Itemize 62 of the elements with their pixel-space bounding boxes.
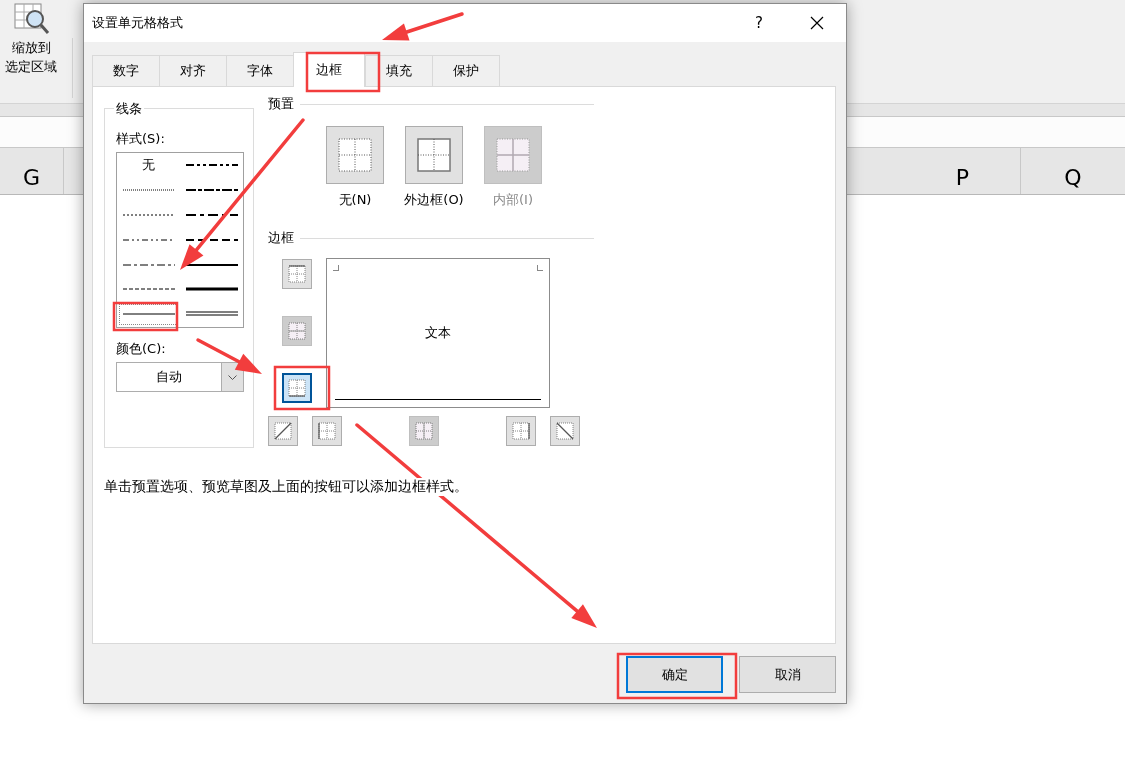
line-style-option[interactable]: 无 (117, 153, 180, 178)
border-grid-icon (554, 420, 576, 442)
line-sample-icon (185, 237, 238, 242)
chevron-down-icon (228, 374, 237, 380)
border-grid-icon (286, 320, 308, 342)
tab[interactable]: 对齐 (159, 55, 226, 86)
border-grid-icon (510, 420, 532, 442)
preset-label: 内部(I) (493, 191, 533, 209)
border-grid-icon (496, 138, 530, 172)
line-sample-icon (122, 287, 175, 292)
border-grid-icon (272, 420, 294, 442)
column-header[interactable]: Q (1021, 148, 1125, 194)
group-title: 线条 (114, 100, 144, 118)
highlight-frame (112, 301, 179, 332)
line-sample-icon (185, 262, 238, 267)
highlight-frame (273, 365, 331, 411)
section-title: 预置 (268, 95, 294, 113)
border-grid-icon (286, 263, 308, 285)
ribbon-button-label[interactable]: 缩放到 (11, 38, 51, 57)
border-grid-icon (316, 420, 338, 442)
line-sample-icon (185, 213, 238, 217)
border-grid-icon (286, 377, 308, 399)
line-sample-icon (185, 311, 238, 318)
help-button[interactable]: ? (730, 14, 788, 32)
border-button[interactable] (312, 416, 342, 446)
dialog-title: 设置单元格格式 (92, 14, 183, 32)
line-sample-icon (122, 237, 175, 242)
line-sample-icon (185, 163, 238, 168)
border-button[interactable] (506, 416, 536, 446)
annotation-arrow (196, 338, 262, 374)
line-sample-icon (122, 312, 175, 317)
preset-button[interactable] (326, 126, 384, 184)
column-header[interactable]: P (905, 148, 1021, 194)
close-icon[interactable] (810, 16, 824, 30)
ribbon-button-label[interactable]: 选定区域 (5, 57, 57, 76)
border-grid-icon (338, 138, 372, 172)
tab[interactable]: 保护 (432, 55, 500, 86)
preset-label: 外边框(O) (404, 191, 464, 209)
tab[interactable]: 填充 (365, 55, 432, 86)
section-title: 边框 (268, 229, 294, 247)
tab[interactable]: 数字 (92, 55, 159, 86)
border-button[interactable] (282, 259, 312, 289)
color-dropdown[interactable]: 自动 (116, 362, 244, 392)
style-label: 样式(S): (116, 130, 166, 148)
dialog-button[interactable]: 确定 (626, 656, 723, 693)
column-header[interactable]: G (0, 148, 64, 194)
line-sample-icon (185, 287, 238, 292)
tab[interactable]: 字体 (226, 55, 293, 86)
border-preview[interactable]: 文本 (326, 258, 550, 408)
preset-label: 无(N) (338, 191, 372, 209)
border-button[interactable] (282, 373, 312, 403)
line-sample-icon (185, 188, 238, 193)
line-sample-icon (122, 188, 175, 193)
line-sample-icon (122, 262, 175, 267)
color-label: 颜色(C): (116, 340, 167, 358)
line-sample-icon (122, 213, 175, 217)
border-grid-icon (417, 138, 451, 172)
border-grid-icon (413, 420, 435, 442)
preset-button[interactable] (405, 126, 463, 184)
tab[interactable]: 边框 (293, 52, 365, 87)
dialog-button[interactable]: 取消 (739, 656, 836, 693)
preview-text: 文本 (425, 324, 451, 342)
